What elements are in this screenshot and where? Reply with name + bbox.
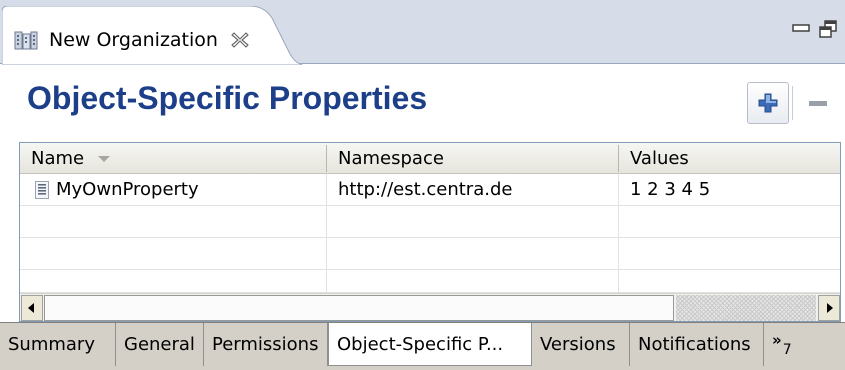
cell-name: MyOwnProperty	[56, 179, 199, 200]
tab-notifications[interactable]: Notifications	[630, 323, 764, 366]
table-row-empty[interactable]	[20, 238, 840, 270]
scroll-right-button[interactable]	[818, 295, 840, 321]
minimize-icon[interactable]	[792, 23, 810, 33]
editor-tab-title: New Organization	[49, 29, 218, 51]
add-property-button[interactable]	[747, 82, 789, 124]
table-header: Name Namespace Values	[20, 143, 840, 174]
column-header-label: Namespace	[338, 148, 444, 169]
more-tabs-count: 7	[782, 342, 792, 358]
column-header-name[interactable]: Name	[20, 143, 326, 174]
tab-versions[interactable]: Versions	[532, 323, 630, 366]
toolbar-separator	[792, 86, 793, 120]
tab-object-specific-properties[interactable]: Object-Specific P...	[328, 323, 532, 366]
arrow-left-icon	[28, 303, 34, 313]
editor-tab-new-organization[interactable]: New Organization	[2, 6, 302, 65]
horizontal-scrollbar[interactable]	[20, 293, 840, 321]
scrollbar-thumb[interactable]	[44, 295, 674, 321]
table-row-empty[interactable]	[20, 206, 840, 238]
restore-icon[interactable]	[818, 19, 838, 39]
column-header-namespace[interactable]: Namespace	[327, 143, 618, 174]
add-icon	[758, 93, 778, 113]
close-icon[interactable]	[230, 30, 250, 50]
arrow-right-icon	[827, 303, 833, 313]
remove-property-button[interactable]	[797, 82, 839, 124]
sort-descending-icon	[98, 156, 111, 162]
column-header-label: Name	[31, 148, 85, 169]
cell-namespace: http://est.centra.de	[338, 179, 513, 200]
tab-permissions[interactable]: Permissions	[204, 323, 328, 366]
organization-icon	[14, 31, 38, 50]
more-tabs-button[interactable]: »7	[772, 331, 792, 358]
property-icon	[35, 181, 49, 199]
editor-tab-strip: New Organization	[0, 0, 845, 65]
scroll-left-button[interactable]	[21, 295, 43, 321]
page-title: Object-Specific Properties	[27, 80, 428, 116]
chevron-double-right-icon: »	[772, 331, 782, 349]
table-row-empty[interactable]	[20, 270, 840, 293]
tab-general[interactable]: General	[116, 323, 204, 366]
scrollbar-track[interactable]	[676, 295, 816, 321]
column-header-values[interactable]: Values	[619, 143, 840, 174]
table-row[interactable]: MyOwnProperty http://est.centra.de 1 2 3…	[20, 174, 840, 206]
properties-table: Name Namespace Values MyOwnProperty http…	[19, 142, 841, 322]
remove-icon	[809, 101, 827, 106]
cell-values: 1 2 3 4 5	[630, 179, 711, 200]
tab-summary[interactable]: Summary	[0, 323, 116, 366]
page-tab-bar: Summary General Permissions Object-Speci…	[0, 322, 845, 370]
column-header-label: Values	[630, 148, 689, 169]
